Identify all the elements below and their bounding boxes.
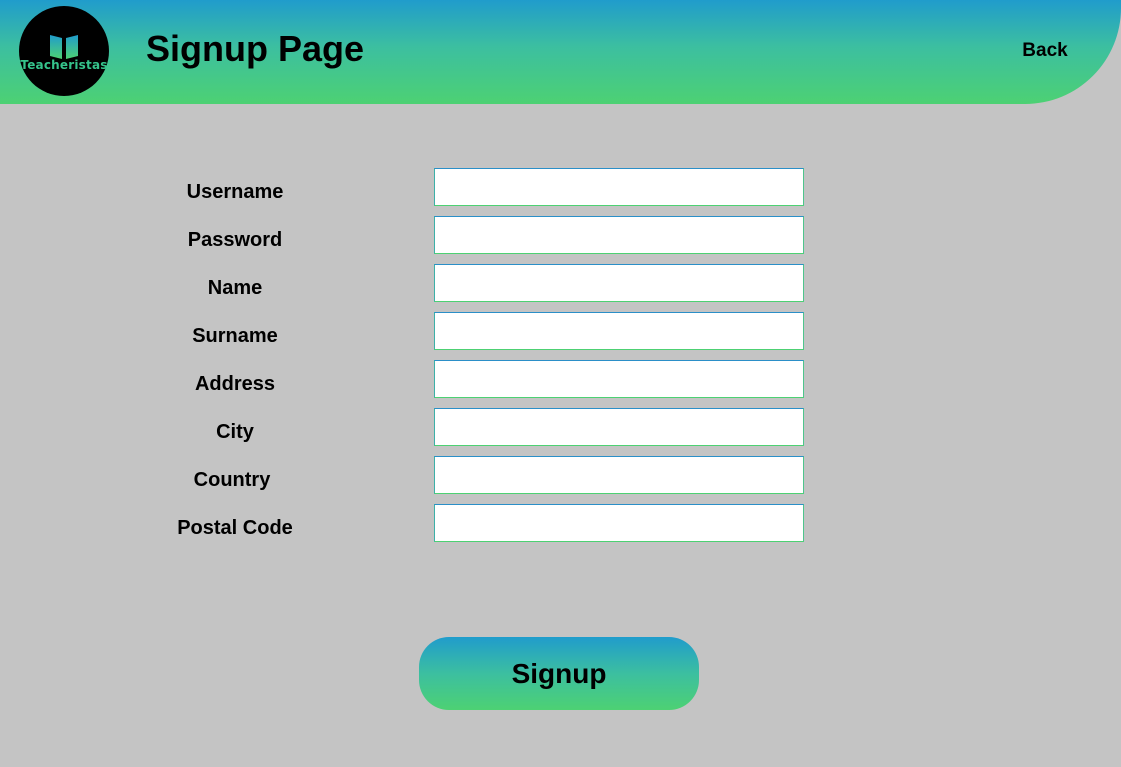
page-title: Signup Page (146, 28, 365, 69)
open-book-icon (50, 35, 78, 59)
address-label: Address (194, 373, 276, 395)
app-logo[interactable]: Teacheristas (19, 6, 109, 96)
country-field[interactable] (434, 456, 804, 494)
signup-button[interactable]: Signup (419, 637, 699, 710)
password-label: Password (187, 229, 283, 251)
header-bar: Teacheristas Signup Page Back (0, 0, 1121, 104)
back-button[interactable]: Back (1012, 40, 1078, 62)
username-field[interactable] (434, 168, 804, 206)
password-field[interactable] (434, 216, 804, 254)
postal-code-label: Postal Code (177, 517, 293, 539)
city-field[interactable] (434, 408, 804, 446)
address-field[interactable] (434, 360, 804, 398)
name-field[interactable] (434, 264, 804, 302)
name-label: Name (207, 277, 263, 299)
country-label: Country (193, 469, 271, 491)
logo-text: Teacheristas (20, 58, 108, 72)
username-label: Username (186, 181, 284, 203)
postal-code-field[interactable] (434, 504, 804, 542)
surname-label: Surname (192, 325, 278, 347)
city-label: City (216, 421, 254, 443)
surname-field[interactable] (434, 312, 804, 350)
